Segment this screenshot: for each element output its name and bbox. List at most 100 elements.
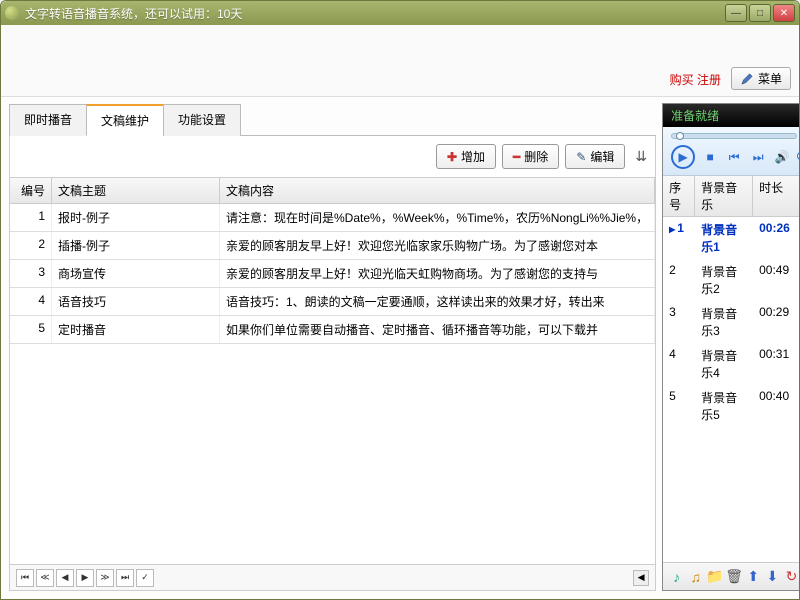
- pl-num: 2: [663, 261, 695, 299]
- pl-col-dur[interactable]: 时长: [753, 176, 799, 216]
- move-down-button[interactable]: ⬇: [763, 568, 781, 586]
- playlist-item[interactable]: 1背景音乐100:26: [663, 217, 799, 259]
- col-num-header[interactable]: 编号: [10, 178, 52, 203]
- import-button[interactable]: 📁: [706, 568, 724, 586]
- table-row[interactable]: 4语音技巧语音技巧：1、朗读的文稿一定要通顺，这样读出来的效果才好，转出来: [10, 288, 655, 316]
- pl-name: 背景音乐1: [695, 219, 753, 257]
- maximize-button[interactable]: □: [749, 4, 771, 22]
- grid-body: 1报时-例子请注意：现在时间是%Date%，%Week%，%Time%，农历%N…: [10, 204, 655, 564]
- add-button[interactable]: ✚增加: [436, 144, 496, 169]
- edit-button[interactable]: ✎ 编辑: [565, 144, 625, 169]
- cell-content: 请注意：现在时间是%Date%，%Week%，%Time%，农历%NongLi%…: [220, 204, 655, 231]
- refresh-button[interactable]: ↻: [783, 568, 800, 586]
- cell-topic: 插播-例子: [52, 232, 220, 259]
- nav-next-button[interactable]: ▶: [76, 569, 94, 587]
- expand-icon[interactable]: ⇊: [635, 148, 647, 165]
- content-row: 即时播音文稿维护功能设置 ✚增加 ━ 删除 ✎ 编辑 ⇊ 编号 文稿主题 文稿内容 …: [1, 97, 799, 599]
- edit-label: 编辑: [590, 148, 614, 165]
- playlist-item[interactable]: 5背景音乐500:40: [663, 385, 799, 427]
- minus-icon: ━: [513, 150, 520, 164]
- nav-bookmark-button[interactable]: ✓: [136, 569, 154, 587]
- menu-label: 菜单: [758, 70, 782, 87]
- pl-name: 背景音乐4: [695, 345, 753, 383]
- pl-dur: 00:31: [753, 345, 799, 383]
- volume-thumb[interactable]: [797, 152, 799, 160]
- toolbar: ✚增加 ━ 删除 ✎ 编辑 ⇊: [9, 136, 656, 178]
- table-row[interactable]: 2插播-例子亲爱的顾客朋友早上好！欢迎您光临家家乐购物广场。为了感谢您对本: [10, 232, 655, 260]
- app-icon: [5, 6, 19, 20]
- pl-dur: 00:29: [753, 303, 799, 341]
- nav-prev-button[interactable]: ◀: [56, 569, 74, 587]
- add-music-button[interactable]: ♪: [668, 568, 686, 586]
- cell-content: 语音技巧：1、朗读的文稿一定要通顺，这样读出来的效果才好，转出来: [220, 288, 655, 315]
- remove-button[interactable]: 🗑: [725, 568, 743, 586]
- pl-col-num[interactable]: 序号: [663, 176, 695, 216]
- pl-dur: 00:49: [753, 261, 799, 299]
- table-row[interactable]: 3商场宣传亲爱的顾客朋友早上好！欢迎光临天虹购物商场。为了感谢您的支持与: [10, 260, 655, 288]
- player-status: 准备就绪: [663, 104, 799, 127]
- pl-name: 背景音乐3: [695, 303, 753, 341]
- menu-button[interactable]: 菜单: [731, 67, 791, 90]
- cell-num: 2: [10, 232, 52, 259]
- pl-dur: 00:40: [753, 387, 799, 425]
- pl-col-name[interactable]: 背景音乐: [695, 176, 753, 216]
- edit-icon: ✎: [576, 150, 586, 164]
- playlist-item[interactable]: 3背景音乐300:29: [663, 301, 799, 343]
- tab-1[interactable]: 文稿维护: [86, 104, 164, 136]
- delete-label: 删除: [524, 148, 548, 165]
- playlist-header: 序号 背景音乐 时长: [663, 176, 799, 217]
- cell-content: 如果你们单位需要自动播音、定时播音、循环播音等功能，可以下载并: [220, 316, 655, 343]
- col-topic-header[interactable]: 文稿主题: [52, 178, 220, 203]
- volume-icon[interactable]: 🔊: [773, 148, 791, 166]
- next-track-button[interactable]: ⏭: [749, 148, 767, 166]
- pen-icon: [740, 72, 754, 86]
- cell-num: 1: [10, 204, 52, 231]
- player-controls: ▶ ■ ⏮ ⏭ 🔊: [671, 145, 797, 169]
- close-button[interactable]: ✕: [773, 4, 795, 22]
- cell-num: 5: [10, 316, 52, 343]
- nav-nextpage-button[interactable]: ≫: [96, 569, 114, 587]
- cell-content: 亲爱的顾客朋友早上好！欢迎您光临家家乐购物广场。为了感谢您对本: [220, 232, 655, 259]
- add-label: 增加: [461, 148, 485, 165]
- table-row[interactable]: 5定时播音如果你们单位需要自动播音、定时播音、循环播音等功能，可以下载并: [10, 316, 655, 344]
- nav-prevpage-button[interactable]: ≪: [36, 569, 54, 587]
- nav-last-button[interactable]: ⏭: [116, 569, 134, 587]
- right-pane: 准备就绪 ▶ ■ ⏮ ⏭ 🔊 序号 背景音乐 时长 1背景音乐100:262背景…: [662, 103, 799, 591]
- minimize-button[interactable]: ―: [725, 4, 747, 22]
- pl-num: 4: [663, 345, 695, 383]
- prev-track-button[interactable]: ⏮: [725, 148, 743, 166]
- col-content-header[interactable]: 文稿内容: [220, 178, 655, 203]
- document-grid: 编号 文稿主题 文稿内容 1报时-例子请注意：现在时间是%Date%，%Week…: [9, 178, 656, 591]
- cell-content: 亲爱的顾客朋友早上好！欢迎光临天虹购物商场。为了感谢您的支持与: [220, 260, 655, 287]
- pl-name: 背景音乐5: [695, 387, 753, 425]
- move-up-button[interactable]: ⬆: [744, 568, 762, 586]
- cell-topic: 语音技巧: [52, 288, 220, 315]
- stop-button[interactable]: ■: [701, 148, 719, 166]
- cell-topic: 定时播音: [52, 316, 220, 343]
- pl-name: 背景音乐2: [695, 261, 753, 299]
- playlist: 1背景音乐100:262背景音乐200:493背景音乐300:294背景音乐40…: [663, 217, 799, 562]
- tabs: 即时播音文稿维护功能设置: [9, 103, 656, 136]
- delete-button[interactable]: ━ 删除: [502, 144, 559, 169]
- play-button[interactable]: ▶: [671, 145, 695, 169]
- nav-first-button[interactable]: ⏮: [16, 569, 34, 587]
- table-row[interactable]: 1报时-例子请注意：现在时间是%Date%，%Week%，%Time%，农历%N…: [10, 204, 655, 232]
- pl-num: 5: [663, 387, 695, 425]
- window-buttons: ― □ ✕: [725, 4, 795, 22]
- pl-num: 1: [663, 219, 695, 257]
- seek-slider[interactable]: [671, 133, 797, 139]
- grid-footer: ⏮ ≪ ◀ ▶ ≫ ⏭ ✓ ◀: [10, 564, 655, 590]
- playlist-item[interactable]: 4背景音乐400:31: [663, 343, 799, 385]
- tab-0[interactable]: 即时播音: [9, 104, 87, 136]
- header-bar: 购买 注册 菜单: [1, 25, 799, 97]
- playlist-item[interactable]: 2背景音乐200:49: [663, 259, 799, 301]
- add-folder-button[interactable]: ♫: [687, 568, 705, 586]
- grid-header: 编号 文稿主题 文稿内容: [10, 178, 655, 204]
- window-title: 文字转语音播音系统，还可以试用：10天: [25, 5, 725, 22]
- scroll-left-button[interactable]: ◀: [633, 570, 649, 586]
- pl-dur: 00:26: [753, 219, 799, 257]
- seek-thumb[interactable]: [676, 132, 684, 140]
- tab-2[interactable]: 功能设置: [163, 104, 241, 136]
- pl-num: 3: [663, 303, 695, 341]
- buy-register-link[interactable]: 购买 注册: [670, 71, 721, 92]
